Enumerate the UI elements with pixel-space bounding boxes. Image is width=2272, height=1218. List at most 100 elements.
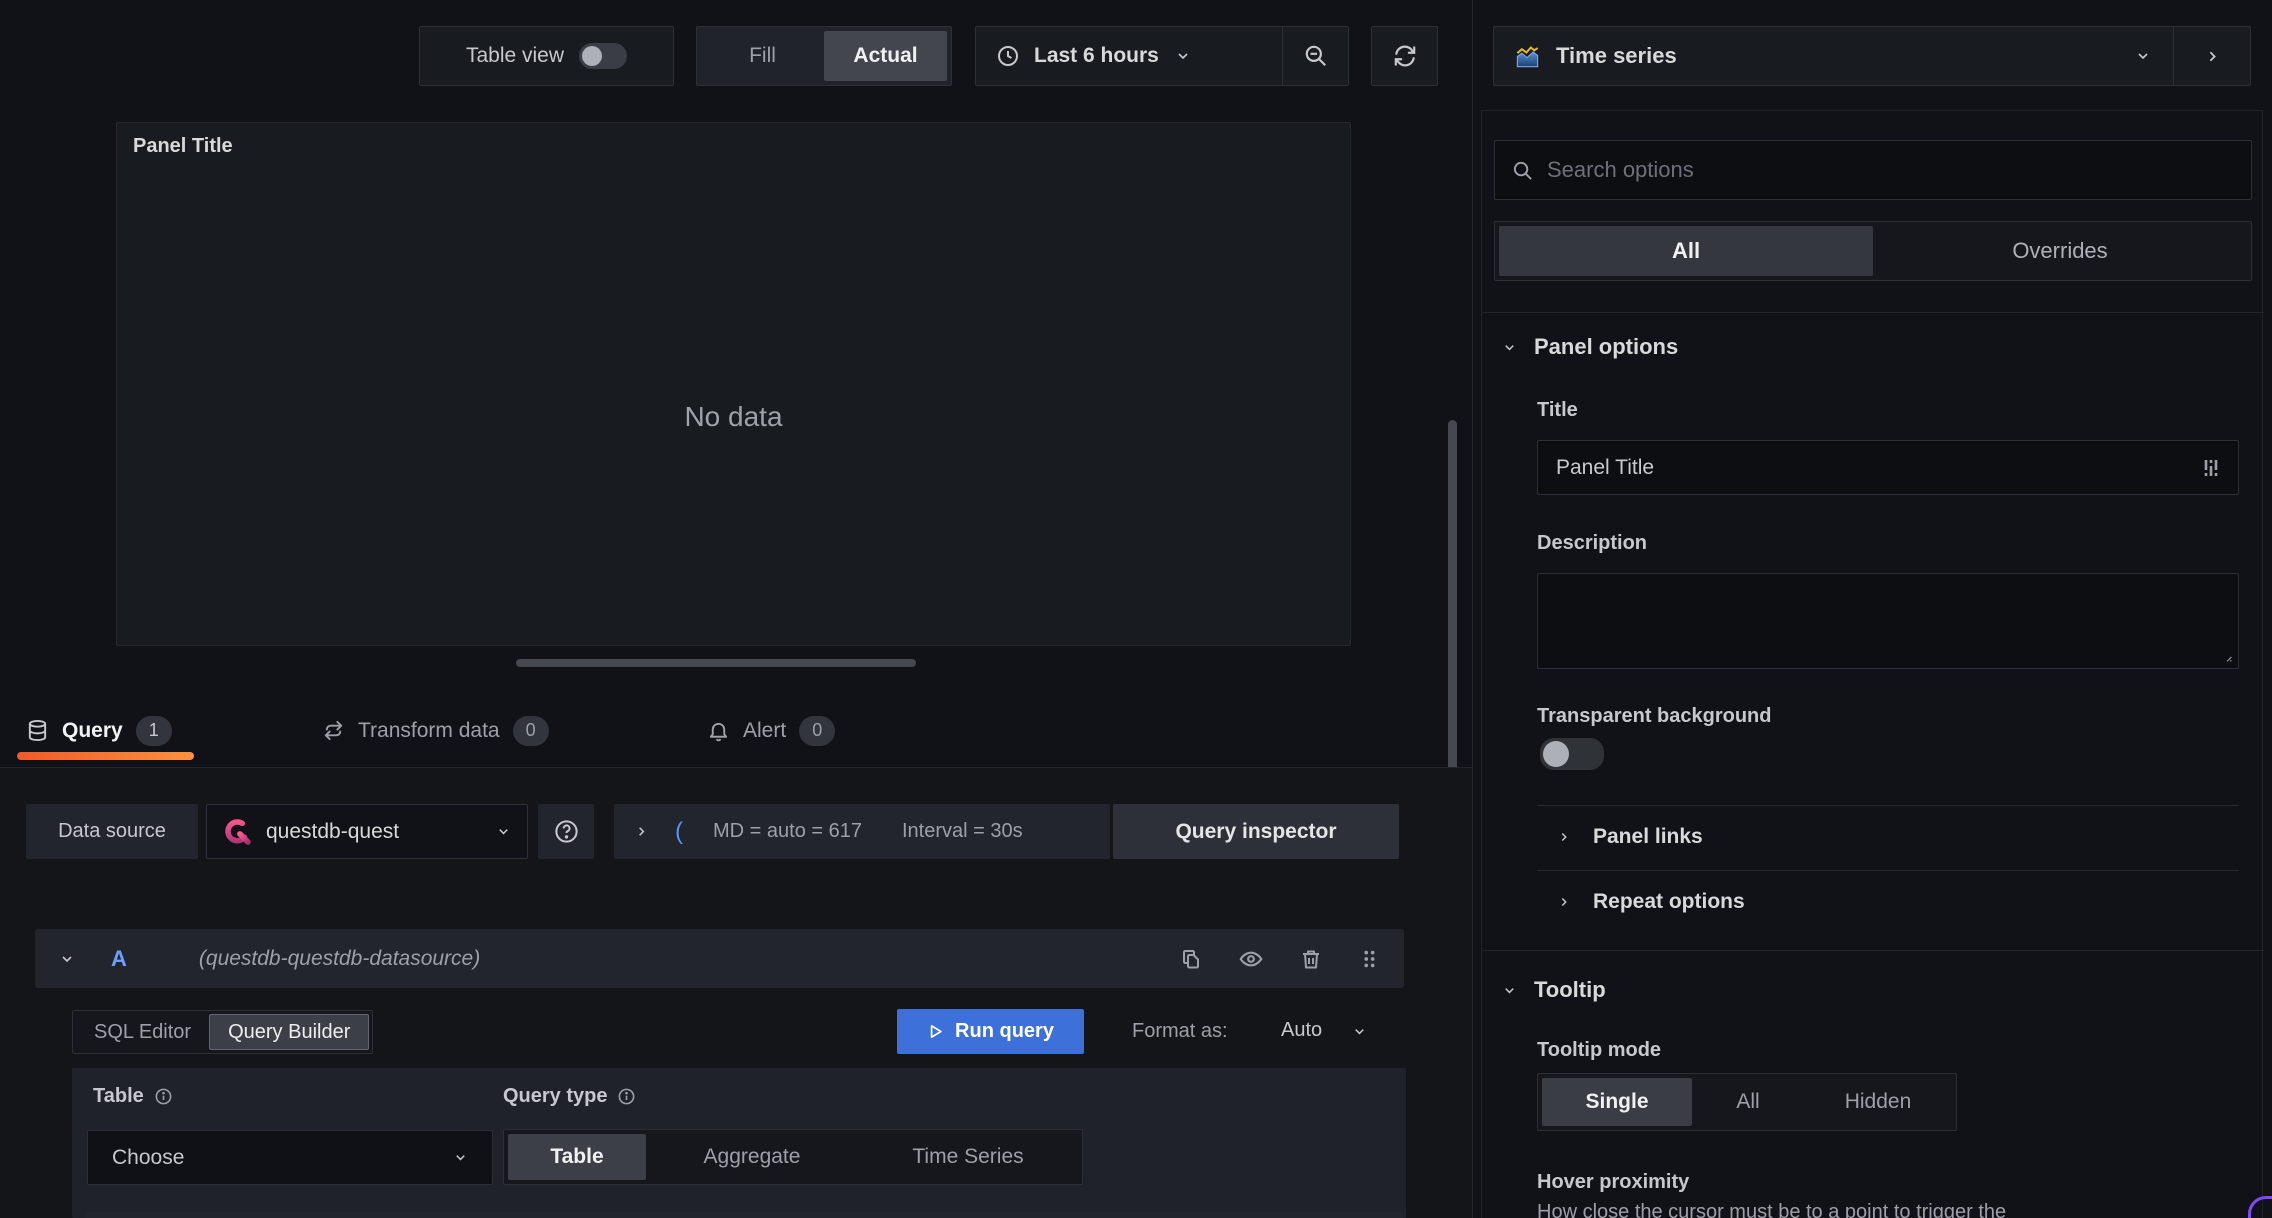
info-circle-icon[interactable] <box>617 1087 636 1106</box>
table-view-switch[interactable] <box>579 43 628 69</box>
collapse-options-pane-button[interactable] <box>2173 27 2250 85</box>
query-type-aggregate[interactable]: Aggregate <box>646 1134 858 1180</box>
tab-transform-label: Transform data <box>358 718 500 742</box>
tooltip-mode-hidden[interactable]: Hidden <box>1804 1078 1952 1126</box>
pane-divider[interactable] <box>1472 0 1473 1218</box>
run-query-button[interactable]: Run query <box>897 1009 1084 1054</box>
query-builder-form: Table Query type Choose Table Aggregate … <box>72 1068 1406 1218</box>
collapse-chevron-icon[interactable] <box>59 951 75 967</box>
format-as-label: Format as: <box>1132 1020 1228 1042</box>
vertical-scrollbar[interactable] <box>1448 420 1457 784</box>
hover-proximity-label: Hover proximity <box>1537 1171 1690 1193</box>
tab-transform-data[interactable]: Transform data 0 <box>322 716 549 746</box>
no-data-message: No data <box>684 401 783 432</box>
drag-handle-icon[interactable] <box>1358 947 1380 971</box>
options-search-input[interactable] <box>1547 157 2235 183</box>
panel-description-field[interactable] <box>1537 573 2239 669</box>
query-type-segmented: Table Aggregate Time Series <box>503 1129 1083 1185</box>
filter-tab-all[interactable]: All <box>1499 226 1873 276</box>
hide-query-eye-icon[interactable] <box>1238 946 1264 972</box>
chevron-right-icon <box>1557 895 1571 909</box>
database-icon <box>26 719 49 742</box>
format-as-value[interactable]: Auto <box>1281 1019 1322 1042</box>
query-builder-option[interactable]: Query Builder <box>209 1014 370 1050</box>
table-view-toggle-button[interactable]: Table view <box>419 26 674 86</box>
actual-option[interactable]: Actual <box>824 31 947 81</box>
visualization-picker[interactable]: Time series <box>1493 26 2251 86</box>
tab-transform-badge: 0 <box>512 716 549 746</box>
tab-query[interactable]: Query 1 <box>26 716 172 746</box>
options-filter-tabs: All Overrides <box>1494 221 2252 281</box>
chevron-right-icon <box>1557 830 1571 844</box>
tooltip-mode-single[interactable]: Single <box>1542 1078 1692 1126</box>
panel-options-heading-text: Panel options <box>1534 334 1679 359</box>
query-type-time-series[interactable]: Time Series <box>858 1134 1078 1180</box>
chevron-right-icon <box>634 824 649 839</box>
question-circle-icon <box>553 818 580 845</box>
table-label-text: Table <box>93 1085 144 1107</box>
data-source-label: Data source <box>26 804 198 859</box>
run-query-label: Run query <box>955 1020 1054 1042</box>
tooltip-mode-segmented: Single All Hidden <box>1537 1073 1957 1131</box>
fill-option[interactable]: Fill <box>701 31 824 81</box>
query-datasource-note: (questdb-questdb-datasource) <box>198 946 481 970</box>
search-icon <box>1511 159 1534 182</box>
delete-query-trash-icon[interactable] <box>1299 947 1323 971</box>
panel-options-heading[interactable]: Panel options <box>1502 334 1678 360</box>
chevron-down-icon <box>1502 340 1517 355</box>
tooltip-heading[interactable]: Tooltip <box>1502 977 1606 1003</box>
clock-icon <box>996 44 1020 68</box>
panel-preview-title[interactable]: Panel Title <box>133 135 233 158</box>
transparent-background-switch[interactable] <box>1540 738 1604 770</box>
horizontal-scrollbar[interactable] <box>516 659 916 667</box>
item-divider <box>1537 805 2239 806</box>
query-type-field-label: Query type <box>503 1085 636 1108</box>
chevron-down-icon <box>496 824 511 839</box>
panel-description-textarea[interactable] <box>1538 574 2238 668</box>
questdb-logo-icon <box>223 817 253 847</box>
time-range-picker[interactable]: Last 6 hours <box>975 26 1349 86</box>
tab-alert[interactable]: Alert 0 <box>707 716 836 746</box>
time-zoom-out-button[interactable] <box>1282 27 1348 85</box>
resize-handle-icon[interactable] <box>2220 650 2233 663</box>
query-options-summary[interactable]: ( MD = auto = 617 Interval = 30s <box>614 804 1110 859</box>
item-divider <box>1537 870 2239 871</box>
data-links-suggestion-icon[interactable] <box>2202 457 2220 479</box>
data-source-picker[interactable]: questdb-quest <box>206 804 528 859</box>
duplicate-query-icon[interactable] <box>1179 947 1203 971</box>
data-source-help-button[interactable] <box>538 804 594 859</box>
editor-mode-group: SQL Editor Query Builder <box>72 1010 374 1054</box>
tooltip-mode-all[interactable]: All <box>1692 1078 1804 1126</box>
info-circle-icon[interactable] <box>154 1087 173 1106</box>
panel-title-field[interactable] <box>1537 440 2239 495</box>
filter-tab-overrides[interactable]: Overrides <box>1873 226 2247 276</box>
visualization-name: Time series <box>1556 43 1677 68</box>
panel-preview: Panel Title No data <box>116 122 1351 646</box>
refresh-icon <box>1392 43 1418 69</box>
loading-spinner-fragment: ( <box>675 817 683 845</box>
transform-icon <box>322 719 345 742</box>
repeat-options-row[interactable]: Repeat options <box>1557 890 1745 914</box>
query-row-a[interactable]: A (questdb-questdb-datasource) <box>35 929 1404 988</box>
time-range-label: Last 6 hours <box>1034 44 1159 67</box>
panel-links-row[interactable]: Panel links <box>1557 825 1703 849</box>
query-inspector-button[interactable]: Query inspector <box>1113 804 1399 859</box>
panel-links-label: Panel links <box>1593 825 1703 848</box>
table-select[interactable]: Choose <box>87 1130 493 1185</box>
data-source-value: questdb-quest <box>266 819 400 843</box>
section-divider <box>1482 950 2264 951</box>
bell-icon <box>707 719 730 742</box>
table-field-label: Table <box>93 1085 173 1108</box>
options-search[interactable] <box>1494 140 2252 200</box>
description-field-label: Description <box>1537 532 1648 554</box>
active-tab-underline <box>17 752 194 760</box>
sql-editor-option[interactable]: SQL Editor <box>76 1014 209 1050</box>
play-icon <box>927 1023 944 1040</box>
refresh-button[interactable] <box>1371 26 1438 86</box>
tooltip-heading-text: Tooltip <box>1534 977 1606 1002</box>
query-type-table[interactable]: Table <box>508 1134 646 1180</box>
chevron-down-icon[interactable] <box>1352 1024 1367 1039</box>
chevron-down-icon <box>1502 983 1517 998</box>
panel-title-input[interactable] <box>1556 455 2202 480</box>
tooltip-mode-label: Tooltip mode <box>1537 1039 1662 1061</box>
